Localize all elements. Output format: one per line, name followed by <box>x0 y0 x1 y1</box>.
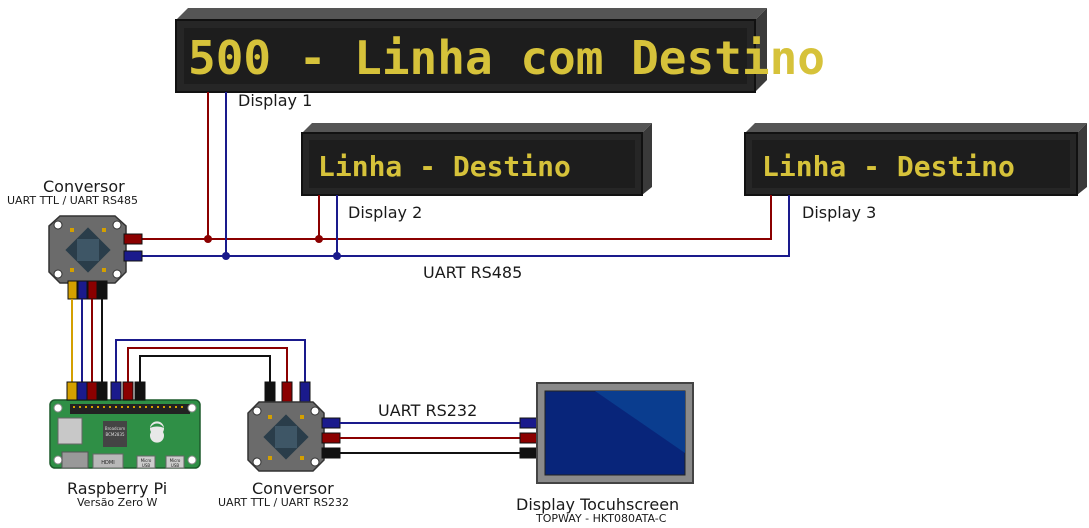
svg-text:USB: USB <box>142 463 150 468</box>
rs232-bus-label: UART RS232 <box>378 401 477 420</box>
converter-rs485-board <box>48 215 127 284</box>
display-2-text: Linha - Destino <box>318 150 571 183</box>
converter-rs232-board <box>247 401 325 472</box>
ttl-wires-rs485 <box>71 299 103 382</box>
svg-text:USB: USB <box>171 463 179 468</box>
soc-chip-line2: BCM2835 <box>105 432 125 437</box>
converter-rs485-ttl-connectors <box>67 280 108 300</box>
wiring-diagram: 500 - Linha com Destino Display 1 Linha … <box>7 8 1087 525</box>
hdmi-port-label: HDMI <box>101 460 114 466</box>
display-3-label: Display 3 <box>802 203 876 222</box>
touchscreen-subtitle: TOPWAY - HKT080ATA-C <box>535 512 667 525</box>
display-2-label: Display 2 <box>348 203 422 222</box>
display-1-label: Display 1 <box>238 91 312 110</box>
led-display-2: Linha - Destino <box>301 123 652 196</box>
soc-chip-line1: Broadcom <box>105 426 125 431</box>
raspberry-gpio-connectors <box>66 381 146 401</box>
converter-rs232-bus-connectors <box>321 417 341 459</box>
converter-rs485-subtitle: UART TTL / UART RS485 <box>7 194 138 207</box>
converter-rs232-ttl-connectors <box>264 381 311 403</box>
converter-rs232-subtitle: UART TTL / UART RS232 <box>218 496 349 509</box>
display-1-text: 500 - Linha com Destino <box>188 31 825 85</box>
rs485-bus-label: UART RS485 <box>423 263 522 282</box>
ttl-wires-rs232 <box>115 339 306 382</box>
display-3-text: Linha - Destino <box>762 150 1015 183</box>
rs232-bus <box>340 422 522 454</box>
touchscreen-display <box>536 382 694 484</box>
raspberry-subtitle: Versão Zero W <box>77 496 157 509</box>
led-display-1: 500 - Linha com Destino <box>175 8 825 93</box>
raspberry-pi-board: Broadcom BCM2835 HDMI Micro USB Micro US… <box>49 399 201 469</box>
led-display-3: Linha - Destino <box>744 123 1087 196</box>
